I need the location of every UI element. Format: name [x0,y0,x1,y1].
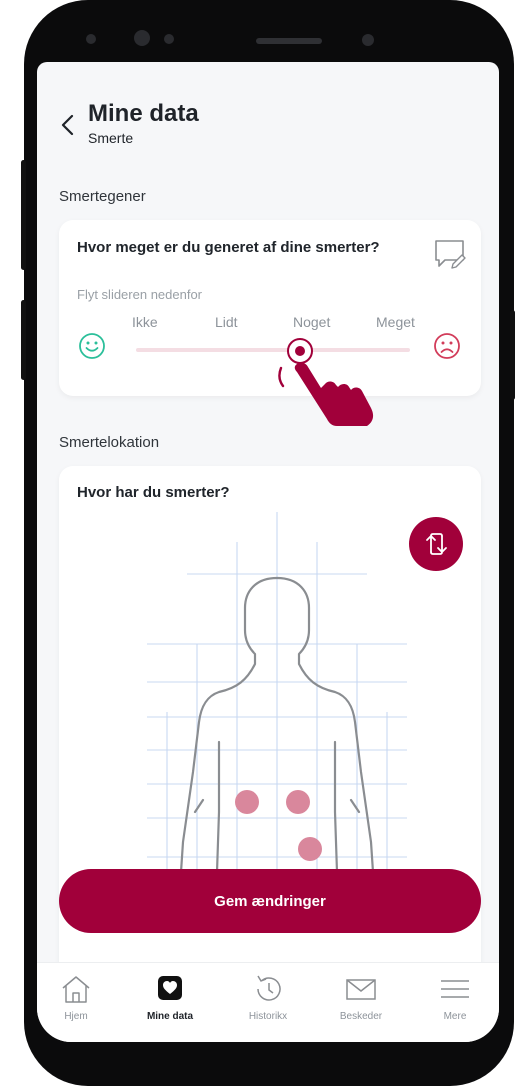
nav-item-hjem[interactable]: Hjem [41,973,111,1022]
menu-icon [441,980,469,998]
body-map-back[interactable] [127,512,427,912]
front-sensor [362,34,374,46]
home-icon [62,976,90,1003]
level-label-ikke: Ikke [132,314,158,330]
section-label-pain-location: Smertelokation [59,434,160,451]
section-label-pain-level: Smertegener [59,188,146,205]
nav-label-mine-data: Mine data [146,1011,194,1022]
pain-slider-track[interactable] [136,348,410,352]
nav-label-hjem: Hjem [64,1011,88,1022]
front-camera [134,30,150,46]
mail-icon [346,979,376,1000]
sad-face-icon [434,333,460,359]
save-button[interactable]: Gem ændringer [59,869,481,933]
pain-location-question: Hvor har du smerter? [77,484,230,501]
heart-icon [158,976,182,1000]
nav-label-mere: Mere [443,1011,467,1022]
happy-face-icon [79,333,105,359]
side-button [21,160,26,270]
pain-level-question: Hvor meget er du generet af dine smerter… [77,239,380,256]
nav-item-historikx[interactable]: Historikx [233,973,303,1022]
side-button [21,300,26,380]
history-icon [257,975,281,1001]
header: Mine data Smerte [37,62,499,158]
tap-gesture-hand-icon [278,362,374,426]
front-sensor [164,34,174,44]
level-label-meget: Meget [376,314,415,330]
bottom-nav: Hjem Mine data Historikx Beskeder Mere [37,962,499,1042]
back-chevron-icon[interactable] [55,110,81,140]
pain-level-card: Hvor meget er du generet af dine smerter… [59,220,481,396]
comment-icon[interactable] [433,238,467,270]
front-sensor [86,34,96,44]
nav-item-mine-data[interactable]: Mine data [135,973,205,1022]
slider-hint: Flyt slideren nedenfor [77,287,203,302]
level-label-lidt: Lidt [215,314,238,330]
app-screen: Mine data Smerte Smertegener Hvor meget … [37,62,499,1042]
level-label-noget: Noget [293,314,331,330]
nav-label-beskeder: Beskeder [339,1011,383,1022]
nav-item-beskeder[interactable]: Beskeder [326,973,396,1022]
earpiece-speaker [256,38,322,44]
side-button [510,310,515,400]
nav-item-mere[interactable]: Mere [420,973,490,1022]
nav-label-historikx: Historikx [248,1011,288,1022]
page-subtitle: Smerte [88,130,134,146]
page-title: Mine data [88,100,199,127]
